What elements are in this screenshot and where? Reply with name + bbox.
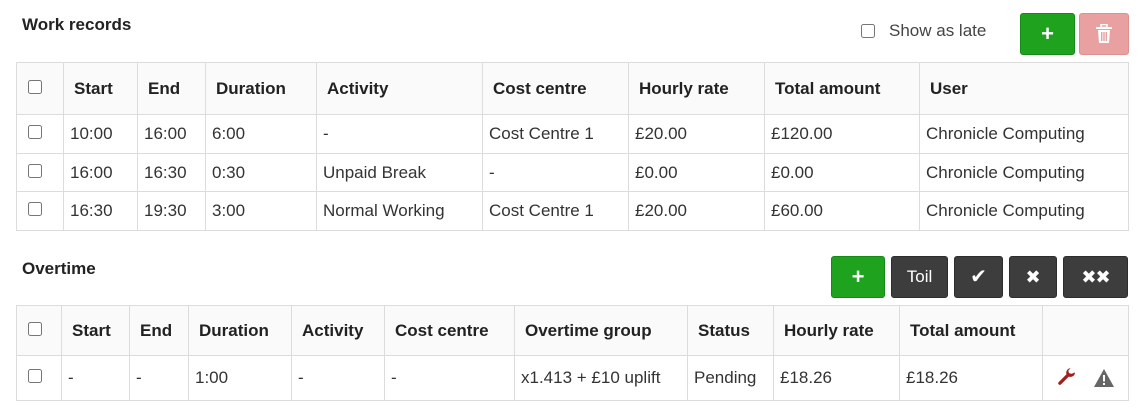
row-checkbox[interactable]	[28, 163, 42, 178]
column-header[interactable]: End	[129, 305, 189, 356]
x-icon: ✖	[1025, 267, 1041, 287]
column-header[interactable]: Overtime group	[514, 305, 688, 356]
cost-centre-cell: -	[482, 152, 629, 193]
row-checkbox[interactable]	[28, 124, 42, 139]
start-cell: 10:00	[63, 114, 138, 154]
row-checkbox[interactable]	[28, 369, 42, 383]
overtime-table: Start End Duration Activity Cost centre …	[16, 305, 1129, 401]
table-header-row: Start End Duration Activity Cost centre …	[16, 62, 1129, 115]
table-row[interactable]: 16:30 19:30 3:00 Normal Working Cost Cen…	[16, 191, 1129, 232]
plus-icon: +	[851, 264, 865, 289]
wrench-icon[interactable]	[1057, 368, 1077, 388]
table-header-row: Start End Duration Activity Cost centre …	[16, 305, 1129, 356]
show-as-late-toggle[interactable]: Show as late	[861, 21, 986, 41]
plus-icon: +	[1041, 21, 1054, 46]
select-all-checkbox[interactable]	[28, 79, 42, 94]
column-header[interactable]: Activity	[316, 62, 483, 115]
column-header[interactable]: Cost centre	[384, 305, 515, 356]
check-icon: ✔	[970, 266, 987, 288]
column-header[interactable]: Hourly rate	[628, 62, 765, 115]
column-header[interactable]: Start	[63, 62, 138, 115]
hourly-rate-cell: £18.26	[773, 355, 900, 401]
row-select-cell	[16, 152, 64, 193]
duration-cell: 6:00	[205, 114, 317, 154]
total-amount-cell: £18.26	[899, 355, 1043, 401]
delete-work-record-button[interactable]	[1079, 13, 1129, 55]
work-records-title: Work records	[22, 15, 132, 34]
table-row[interactable]: 10:00 16:00 6:00 - Cost Centre 1 £20.00 …	[16, 114, 1129, 154]
actions-header	[1042, 305, 1129, 356]
start-cell: -	[61, 355, 130, 401]
warning-icon[interactable]	[1093, 368, 1115, 388]
start-cell: 16:30	[63, 191, 138, 232]
overtime-title: Overtime	[22, 259, 96, 278]
duration-cell: 3:00	[205, 191, 317, 232]
row-select-cell	[16, 114, 64, 154]
show-as-late-checkbox[interactable]	[861, 24, 875, 38]
add-work-record-button[interactable]: +	[1020, 13, 1075, 55]
trash-icon	[1096, 24, 1112, 43]
double-x-icon: ✖✖	[1081, 267, 1110, 287]
activity-cell: -	[316, 114, 483, 154]
end-cell: 16:30	[137, 152, 206, 193]
total-amount-cell: £60.00	[764, 191, 920, 232]
hourly-rate-cell: £20.00	[628, 114, 765, 154]
activity-cell: Unpaid Break	[316, 152, 483, 193]
user-cell: Chronicle Computing	[919, 191, 1129, 232]
timesheet-page: Work records Show as late + Start End Du…	[0, 0, 1141, 412]
column-header[interactable]: Hourly rate	[773, 305, 900, 356]
toil-button[interactable]: Toil	[891, 256, 948, 298]
total-amount-cell: £0.00	[764, 152, 920, 193]
row-checkbox[interactable]	[28, 202, 42, 217]
reject-button[interactable]: ✖	[1009, 256, 1057, 298]
column-header[interactable]: Duration	[188, 305, 292, 356]
column-header[interactable]: Total amount	[764, 62, 920, 115]
duration-cell: 1:00	[188, 355, 292, 401]
overtime-group-cell: x1.413 + £10 uplift	[514, 355, 688, 401]
cost-centre-cell: -	[384, 355, 515, 401]
activity-cell: Normal Working	[316, 191, 483, 232]
column-header[interactable]: Duration	[205, 62, 317, 115]
hourly-rate-cell: £0.00	[628, 152, 765, 193]
row-select-cell	[16, 191, 64, 232]
activity-cell: -	[291, 355, 385, 401]
select-all-checkbox[interactable]	[28, 321, 42, 336]
end-cell: 16:00	[137, 114, 206, 154]
approve-button[interactable]: ✔	[954, 256, 1003, 298]
toil-label: Toil	[906, 267, 933, 286]
start-cell: 16:00	[63, 152, 138, 193]
column-header[interactable]: End	[137, 62, 206, 115]
total-amount-cell: £120.00	[764, 114, 920, 154]
work-records-table: Start End Duration Activity Cost centre …	[16, 62, 1129, 232]
user-cell: Chronicle Computing	[919, 114, 1129, 154]
column-header[interactable]: Cost centre	[482, 62, 629, 115]
column-header[interactable]: Status	[687, 305, 774, 356]
row-select-cell	[16, 355, 62, 401]
duration-cell: 0:30	[205, 152, 317, 193]
column-header[interactable]: Activity	[291, 305, 385, 356]
column-header[interactable]: Start	[61, 305, 130, 356]
cost-centre-cell: Cost Centre 1	[482, 191, 629, 232]
table-row[interactable]: - - 1:00 - - x1.413 + £10 uplift Pending…	[16, 355, 1129, 401]
show-as-late-label: Show as late	[889, 21, 987, 40]
column-header[interactable]: Total amount	[899, 305, 1043, 356]
cost-centre-cell: Cost Centre 1	[482, 114, 629, 154]
actions-cell	[1042, 355, 1129, 401]
add-overtime-button[interactable]: +	[831, 256, 885, 298]
hourly-rate-cell: £20.00	[628, 191, 765, 232]
status-cell: Pending	[687, 355, 774, 401]
select-all-cell	[16, 62, 64, 115]
end-cell: -	[129, 355, 189, 401]
end-cell: 19:30	[137, 191, 206, 232]
table-row[interactable]: 16:00 16:30 0:30 Unpaid Break - £0.00 £0…	[16, 152, 1129, 193]
column-header[interactable]: User	[919, 62, 1129, 115]
reject-all-button[interactable]: ✖✖	[1063, 256, 1128, 298]
select-all-cell	[16, 305, 62, 356]
user-cell: Chronicle Computing	[919, 152, 1129, 193]
